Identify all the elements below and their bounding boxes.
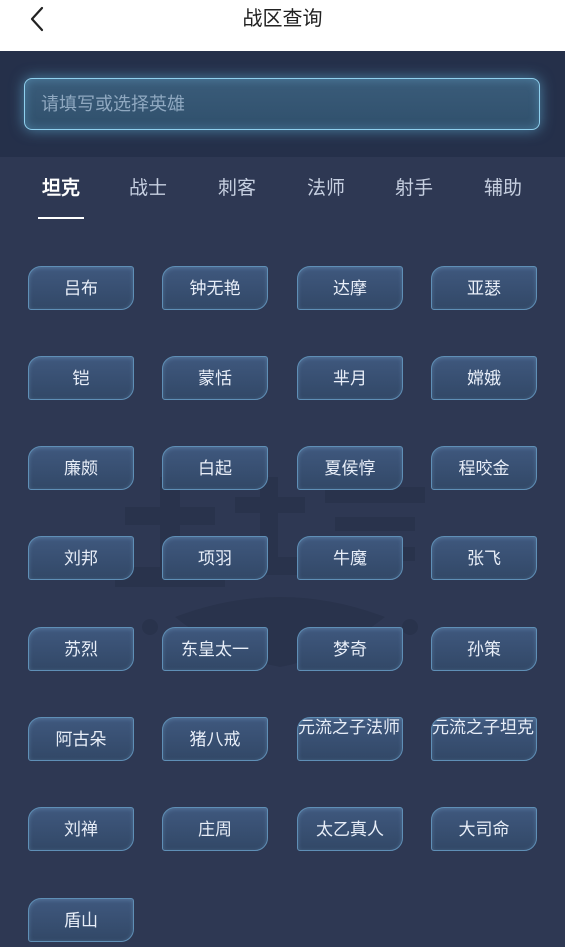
hero-button[interactable]: 达摩 (297, 266, 403, 310)
hero-button[interactable]: 嫦娥 (431, 356, 537, 400)
hero-button[interactable]: 吕布 (28, 266, 134, 310)
hero-button[interactable]: 铠 (28, 356, 134, 400)
hero-search-input[interactable] (24, 78, 540, 130)
hero-button[interactable]: 苏烈 (28, 627, 134, 671)
hero-button[interactable]: 项羽 (162, 536, 268, 580)
hero-button[interactable]: 元流之子坦克 (431, 717, 537, 761)
hero-button[interactable]: 阿古朵 (28, 717, 134, 761)
hero-button[interactable]: 大司命 (431, 807, 537, 851)
hero-button[interactable]: 太乙真人 (297, 807, 403, 851)
hero-button[interactable]: 刘禅 (28, 807, 134, 851)
hero-button[interactable]: 张飞 (431, 536, 537, 580)
hero-button[interactable]: 刘邦 (28, 536, 134, 580)
hero-button[interactable]: 亚瑟 (431, 266, 537, 310)
hero-button[interactable]: 孙策 (431, 627, 537, 671)
hero-button[interactable]: 夏侯惇 (297, 446, 403, 490)
hero-button[interactable]: 元流之子法师 (297, 717, 403, 761)
hero-button[interactable]: 白起 (162, 446, 268, 490)
hero-button[interactable]: 东皇太一 (162, 627, 268, 671)
hero-grid: 吕布 钟无艳 达摩 亚瑟 铠 蒙恬 芈月 嫦娥 廉颇 白起 夏侯惇 程咬金 刘邦… (0, 157, 565, 947)
hero-button[interactable]: 蒙恬 (162, 356, 268, 400)
hero-button[interactable]: 廉颇 (28, 446, 134, 490)
hero-button[interactable]: 盾山 (28, 898, 134, 942)
page-title: 战区查询 (242, 6, 323, 30)
hero-button[interactable]: 程咬金 (431, 446, 537, 490)
hero-button[interactable]: 牛魔 (297, 536, 403, 580)
hero-button[interactable]: 芈月 (297, 356, 403, 400)
header-bar: 战区查询 (0, 0, 565, 51)
hero-list-panel: 坦克 战士 刺客 法师 射手 辅助 吕布 钟无艳 达摩 亚瑟 铠 蒙恬 芈月 嫦… (0, 157, 565, 947)
search-area (0, 51, 565, 157)
hero-button[interactable]: 猪八戒 (162, 717, 268, 761)
hero-button[interactable]: 梦奇 (297, 627, 403, 671)
hero-button[interactable]: 庄周 (162, 807, 268, 851)
hero-button[interactable]: 钟无艳 (162, 266, 268, 310)
